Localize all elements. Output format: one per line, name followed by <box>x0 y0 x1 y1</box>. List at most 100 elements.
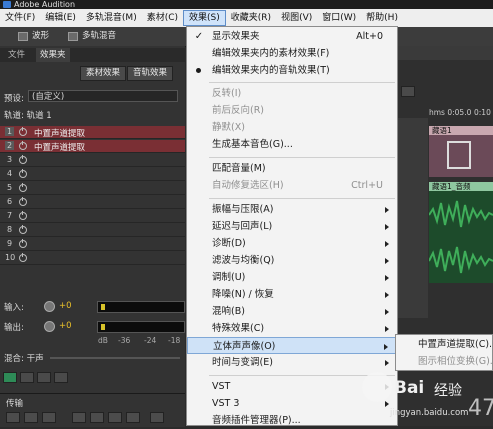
output-meter-row: 输出: +0 <box>0 320 185 334</box>
menu-item-stereo-imagery[interactable]: 立体声声像(O) <box>187 337 397 354</box>
effect-slot[interactable]: 5 <box>0 182 185 195</box>
effect-slot[interactable]: 3 <box>0 154 185 167</box>
menu-item-reverse[interactable]: 前后反向(R) <box>187 102 397 119</box>
slot-number: 1 <box>5 127 14 136</box>
headphones-icon[interactable] <box>401 86 415 97</box>
slot-number: 6 <box>6 197 13 206</box>
waveform-view-button[interactable]: 波形 <box>16 30 49 43</box>
input-gain-knob[interactable] <box>44 301 55 312</box>
power-icon[interactable] <box>19 169 27 178</box>
route-icon[interactable] <box>37 372 51 383</box>
power-icon[interactable] <box>19 197 27 206</box>
effect-slot[interactable]: 10 <box>0 252 185 265</box>
audio-clip-waveform[interactable] <box>429 191 493 283</box>
menu-item-label: 静默(X) <box>212 122 245 133</box>
track-controls <box>396 118 428 318</box>
menu-item-label: 自动修复选区(H) <box>212 180 284 191</box>
effects-menu-dropdown: ✓ 显示效果夹 Alt+0 编辑效果夹内的素材效果(F) 编辑效果夹内的音轨效果… <box>186 26 398 426</box>
menu-item-filter-eq[interactable]: 滤波与均衡(Q) <box>187 252 397 269</box>
go-to-start-button[interactable] <box>72 412 86 423</box>
menu-item-special[interactable]: 特殊效果(C) <box>187 320 397 337</box>
menu-edit[interactable]: 编辑(E) <box>40 10 81 26</box>
menu-item-noise-reduction[interactable]: 降噪(N) / 恢复 <box>187 286 397 303</box>
submenu-item-label: 中置声道提取(C)... <box>418 339 493 350</box>
menu-favorites[interactable]: 收藏夹(R) <box>226 10 276 26</box>
submenu-arrow-icon <box>385 309 389 315</box>
menu-item-diagnostics[interactable]: 诊断(D) <box>187 235 397 252</box>
rack-power-icon[interactable] <box>3 372 17 383</box>
menu-item-time-pitch[interactable]: 时间与变调(E) <box>187 354 397 371</box>
menu-item-generate-tones[interactable]: 生成基本音色(G)... <box>187 136 397 153</box>
effect-slot[interactable]: 8 <box>0 224 185 237</box>
track-effects-tab[interactable]: 音轨效果 <box>127 66 174 81</box>
mix-slider[interactable] <box>50 357 180 359</box>
power-icon[interactable] <box>19 225 27 234</box>
power-icon[interactable] <box>19 141 27 150</box>
submenu-item-center-channel-extract[interactable]: 中置声道提取(C)... <box>396 336 493 353</box>
effect-slot[interactable]: 9 <box>0 238 185 251</box>
film-icon <box>447 141 471 169</box>
effect-slot[interactable]: 2 中置声道提取 <box>0 140 185 153</box>
submenu-arrow-icon <box>385 241 389 247</box>
submenu-item-label: 图示相位变换(G)... <box>418 356 493 367</box>
menu-item-reverb[interactable]: 混响(B) <box>187 303 397 320</box>
power-icon[interactable] <box>19 253 27 262</box>
output-gain-knob[interactable] <box>44 321 55 332</box>
power-icon[interactable] <box>19 155 27 164</box>
menu-item-label: 反转(I) <box>212 88 242 99</box>
menu-item-modulation[interactable]: 调制(U) <box>187 269 397 286</box>
menu-item-label: 匹配音量(M) <box>212 163 266 174</box>
menu-item-amplitude[interactable]: 振幅与压限(A) <box>187 201 397 218</box>
menu-clip[interactable]: 素材(C) <box>142 10 183 26</box>
menu-file[interactable]: 文件(F) <box>0 10 40 26</box>
menu-item-silence[interactable]: 静默(X) <box>187 119 397 136</box>
submenu-item-graphic-phase-shifter[interactable]: 图示相位变换(G)... <box>396 353 493 370</box>
menu-item-invert[interactable]: 反转(I) <box>187 85 397 102</box>
fast-forward-button[interactable] <box>108 412 122 423</box>
effect-slot[interactable]: 1 中置声道提取 <box>0 126 185 139</box>
power-icon[interactable] <box>19 183 27 192</box>
submenu-arrow-icon <box>385 292 389 298</box>
play-button[interactable] <box>24 412 38 423</box>
tab-files[interactable]: 文件 <box>4 48 29 62</box>
menu-window[interactable]: 窗口(W) <box>317 10 361 26</box>
pause-button[interactable] <box>42 412 56 423</box>
effect-slot[interactable]: 4 <box>0 168 185 181</box>
stop-button[interactable] <box>6 412 20 423</box>
menu-multitrack[interactable]: 多轨混音(M) <box>81 10 142 26</box>
lightning-icon[interactable] <box>54 372 68 383</box>
menu-item-delay-echo[interactable]: 延迟与回声(L) <box>187 218 397 235</box>
menu-item-show-effects-rack[interactable]: ✓ 显示效果夹 Alt+0 <box>187 28 397 45</box>
menu-item-shortcut: Alt+0 <box>356 31 383 42</box>
menu-view[interactable]: 视图(V) <box>276 10 317 26</box>
multitrack-view-label: 多轨混音 <box>82 31 117 41</box>
rewind-button[interactable] <box>90 412 104 423</box>
effect-slot[interactable]: 6 <box>0 196 185 209</box>
video-clip[interactable] <box>429 135 493 177</box>
slot-number: 5 <box>6 183 13 192</box>
preset-select[interactable]: (自定义) <box>28 90 178 102</box>
window-title: Adobe Audition <box>14 0 76 9</box>
power-icon[interactable] <box>19 127 27 136</box>
menu-item-label: 音频插件管理器(P)... <box>212 415 301 426</box>
menu-effects[interactable]: 效果(S) <box>183 10 226 26</box>
list-icon[interactable] <box>20 372 34 383</box>
meter-scale-tick: -24 <box>144 336 157 345</box>
power-icon[interactable] <box>19 239 27 248</box>
clip-effects-tab[interactable]: 素材效果 <box>80 66 127 81</box>
record-button[interactable] <box>150 412 164 423</box>
menu-item-auto-heal[interactable]: 自动修复选区(H) Ctrl+U <box>187 177 397 194</box>
meter-scale-tick: -18 <box>168 336 181 345</box>
menu-item-edit-clip-effects[interactable]: 编辑效果夹内的素材效果(F) <box>187 45 397 62</box>
multitrack-view-button[interactable]: 多轨混音 <box>66 30 116 43</box>
tab-effects-rack[interactable]: 效果夹 <box>36 48 70 62</box>
waveform-icon <box>18 32 28 41</box>
meter-scale-db: dB <box>98 336 108 345</box>
effect-slot[interactable]: 7 <box>0 210 185 223</box>
menu-item-match-volume[interactable]: 匹配音量(M) <box>187 160 397 177</box>
menu-help[interactable]: 帮助(H) <box>361 10 403 26</box>
go-to-end-button[interactable] <box>126 412 140 423</box>
menu-item-edit-track-effects[interactable]: 编辑效果夹内的音轨效果(T) <box>187 62 397 79</box>
watermark-mascot-icon <box>362 372 392 402</box>
power-icon[interactable] <box>19 211 27 220</box>
